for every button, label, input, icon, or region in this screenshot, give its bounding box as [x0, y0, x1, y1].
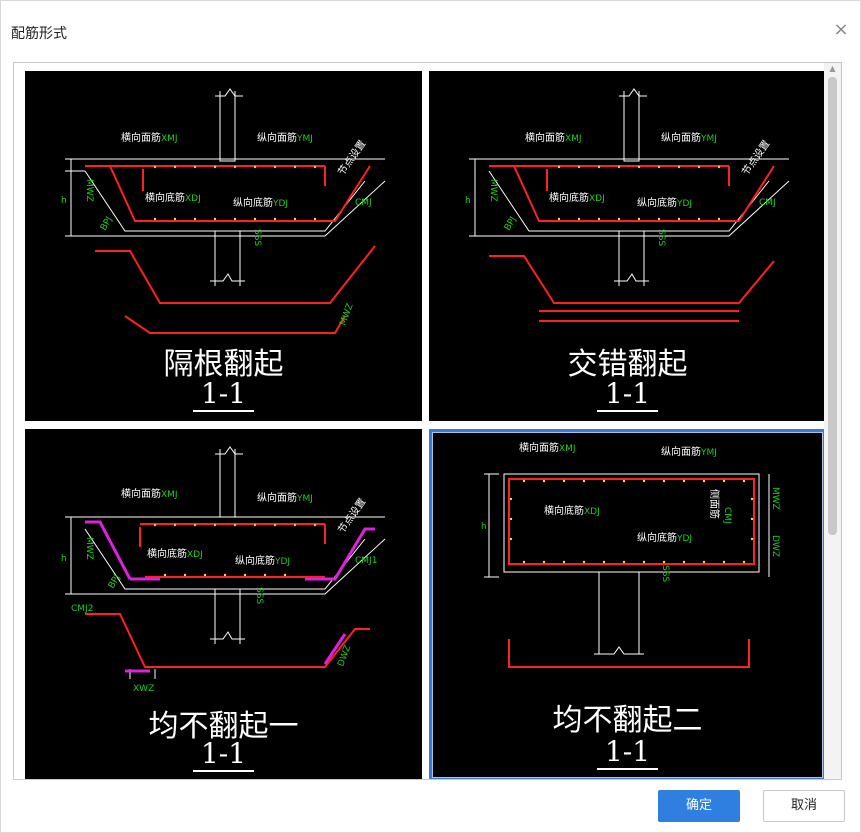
- option-tile-staggered-bend-up[interactable]: 横向面筋XMJ 纵向面筋YMJ 横向底筋XDJ 纵向底筋YDJ 节点设置 CMJ…: [429, 71, 826, 421]
- cancel-button[interactable]: 取消: [763, 790, 845, 822]
- label-mwz: MWZ: [488, 179, 498, 202]
- label-bottom-longitudinal: 纵向底筋: [637, 531, 677, 544]
- label-bottom-longitudinal-code: YDJ: [272, 199, 288, 209]
- label-h: h: [465, 196, 471, 206]
- label-top-transverse-code: XMJ: [559, 444, 576, 454]
- label-top-transverse-code: XMJ: [565, 134, 582, 144]
- label-sss: SSS: [252, 229, 262, 246]
- svg-text:横向面筋XMJ: 横向面筋XMJ: [519, 441, 576, 454]
- section-label: 1-1: [596, 377, 659, 412]
- svg-text:纵向面筋YMJ: 纵向面筋YMJ: [661, 445, 717, 458]
- label-top-transverse: 横向面筋: [121, 487, 161, 500]
- label-cmj2: CMJ2: [71, 604, 93, 614]
- svg-text:横向底筋XDJ: 横向底筋XDJ: [147, 547, 203, 560]
- label-cmj: CMJ: [722, 507, 732, 524]
- svg-text:横向面筋XMJ: 横向面筋XMJ: [121, 131, 178, 144]
- option-tile-alternate-bend-up[interactable]: 横向面筋XMJ 纵向面筋YMJ 横向底筋XDJ 纵向底筋YDJ 节点设置 CMJ…: [25, 71, 422, 421]
- label-h: h: [61, 554, 67, 564]
- label-bottom-longitudinal: 纵向底筋: [637, 196, 677, 209]
- label-mwz-2: MWZ: [338, 302, 355, 327]
- label-bottom-transverse-code: XDJ: [185, 194, 201, 204]
- svg-text:横向面筋XMJ: 横向面筋XMJ: [121, 487, 178, 500]
- label-top-longitudinal-code: YMJ: [296, 494, 313, 504]
- label-bottom-transverse: 横向底筋: [147, 547, 187, 560]
- label-bottom-transverse-code: XDJ: [187, 550, 203, 560]
- svg-text:纵向底筋YDJ: 纵向底筋YDJ: [637, 196, 692, 209]
- svg-text:纵向底筋YDJ: 纵向底筋YDJ: [637, 531, 692, 544]
- svg-text:纵向面筋YMJ: 纵向面筋YMJ: [257, 491, 313, 504]
- label-mwz: MWZ: [84, 179, 94, 202]
- label-cmj: CMJ: [759, 198, 776, 208]
- dialog-title: 配筋形式: [11, 26, 67, 42]
- label-top-longitudinal: 纵向面筋: [661, 131, 701, 144]
- label-sss: SSS: [254, 587, 264, 604]
- label-h: h: [481, 522, 487, 532]
- label-dwz: DWZ: [336, 644, 353, 668]
- scroll-up-icon[interactable]: ▲: [828, 65, 837, 73]
- label-top-longitudinal: 纵向面筋: [661, 445, 701, 458]
- section-label: 1-1: [596, 735, 659, 770]
- label-node-settings: 节点设置: [336, 138, 369, 178]
- svg-text:横向底筋XDJ: 横向底筋XDJ: [145, 191, 201, 204]
- label-top-transverse: 横向面筋: [121, 131, 161, 144]
- label-mwz: MWZ: [84, 537, 94, 560]
- label-bpj: BPJ: [107, 573, 123, 590]
- label-mwz: MWZ: [770, 487, 780, 510]
- label-top-transverse-code: XMJ: [161, 490, 178, 500]
- dialog-titlebar: 配筋形式 ×: [1, 1, 861, 51]
- rebar-form-dialog: 配筋形式 × 横向面筋XMJ 纵向面筋YMJ 横向底筋XDJ 纵向底筋YDJ 节…: [0, 0, 861, 833]
- option-tile-no-bend-two[interactable]: 横向面筋XMJ 纵向面筋YMJ 横向底筋XDJ 纵向底筋YDJ 侧面筋 CMJ …: [429, 429, 826, 779]
- label-bottom-longitudinal-code: YDJ: [676, 534, 692, 544]
- label-top-longitudinal: 纵向面筋: [257, 131, 297, 144]
- label-sss: SSS: [660, 565, 670, 582]
- label-bottom-longitudinal: 纵向底筋: [233, 196, 273, 209]
- options-panel: 横向面筋XMJ 纵向面筋YMJ 横向底筋XDJ 纵向底筋YDJ 节点设置 CMJ…: [13, 62, 842, 780]
- label-top-longitudinal-code: YMJ: [296, 134, 313, 144]
- svg-text:纵向底筋YDJ: 纵向底筋YDJ: [233, 196, 288, 209]
- label-bottom-longitudinal: 纵向底筋: [235, 554, 275, 567]
- label-h: h: [61, 196, 67, 206]
- svg-text:横向底筋XDJ: 横向底筋XDJ: [549, 191, 605, 204]
- option-caption: 均不翻起二: [552, 703, 703, 738]
- svg-text:纵向面筋YMJ: 纵向面筋YMJ: [257, 131, 313, 144]
- label-bottom-transverse: 横向底筋: [544, 504, 584, 517]
- vertical-scrollbar[interactable]: ▲: [824, 63, 841, 779]
- label-bottom-transverse: 横向底筋: [549, 191, 589, 204]
- label-top-transverse: 横向面筋: [525, 131, 565, 144]
- label-top-longitudinal: 纵向面筋: [257, 491, 297, 504]
- svg-text:横向底筋XDJ: 横向底筋XDJ: [544, 504, 600, 517]
- label-bottom-transverse-code: XDJ: [589, 194, 605, 204]
- label-top-longitudinal-code: YMJ: [700, 134, 717, 144]
- label-bpj: BPJ: [503, 215, 519, 232]
- label-top-transverse: 横向面筋: [519, 441, 559, 454]
- label-side-bars: 侧面筋: [708, 489, 721, 519]
- label-sss: SSS: [656, 229, 666, 246]
- ok-button[interactable]: 确定: [658, 790, 740, 822]
- label-cmj1: CMJ1: [355, 556, 377, 566]
- svg-text:纵向面筋YMJ: 纵向面筋YMJ: [661, 131, 717, 144]
- section-label: 1-1: [192, 377, 255, 412]
- svg-text:纵向底筋YDJ: 纵向底筋YDJ: [235, 554, 290, 567]
- label-bottom-transverse: 横向底筋: [145, 191, 185, 204]
- label-bpj: BPJ: [99, 215, 115, 232]
- option-tile-no-bend-one[interactable]: 横向面筋XMJ 纵向面筋YMJ 横向底筋XDJ 纵向底筋YDJ 节点设置 CMJ…: [25, 429, 422, 779]
- close-icon[interactable]: ×: [830, 19, 852, 41]
- label-bottom-transverse-code: XDJ: [584, 507, 600, 517]
- svg-text:横向面筋XMJ: 横向面筋XMJ: [525, 131, 582, 144]
- label-bottom-longitudinal-code: YDJ: [676, 199, 692, 209]
- section-label: 1-1: [192, 737, 255, 772]
- label-cmj: CMJ: [355, 198, 372, 208]
- scroll-thumb[interactable]: [828, 77, 837, 535]
- label-top-transverse-code: XMJ: [161, 134, 178, 144]
- label-dwz: DWZ: [770, 535, 780, 557]
- label-top-longitudinal-code: YMJ: [700, 448, 717, 458]
- label-xwz: XWZ: [133, 684, 154, 694]
- label-bottom-longitudinal-code: YDJ: [274, 557, 290, 567]
- label-node-settings: 节点设置: [740, 138, 773, 178]
